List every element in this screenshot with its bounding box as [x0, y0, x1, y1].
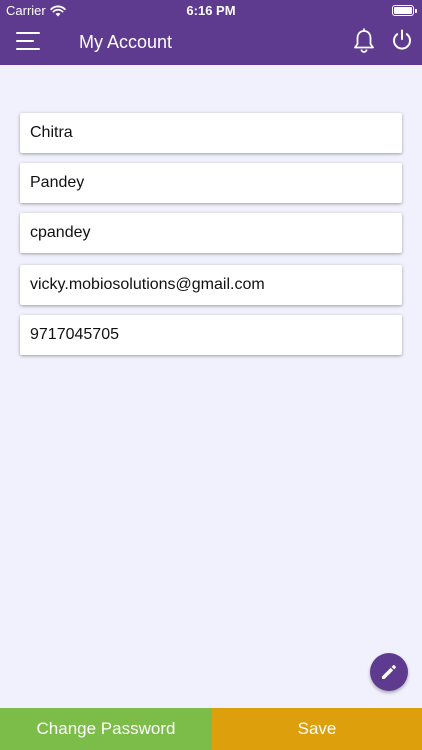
battery-fill: [394, 7, 412, 14]
nav-bar: My Account: [0, 22, 422, 65]
pencil-icon: [382, 665, 396, 679]
last-name-field[interactable]: Pandey: [20, 163, 402, 203]
power-icon[interactable]: [391, 29, 413, 51]
change-password-button[interactable]: Change Password: [0, 708, 212, 750]
menu-icon[interactable]: [16, 30, 42, 52]
battery-icon: [392, 5, 417, 16]
phone-field[interactable]: 9717045705: [20, 315, 402, 355]
first-name-field[interactable]: Chitra: [20, 113, 402, 153]
save-button[interactable]: Save: [212, 708, 422, 750]
bell-icon[interactable]: [352, 28, 376, 54]
email-field[interactable]: vicky.mobiosolutions@gmail.com: [20, 265, 402, 305]
edit-button[interactable]: [370, 653, 408, 691]
page-title: My Account: [79, 32, 173, 52]
app-header: Carrier 6:16 PM My Account: [0, 0, 422, 65]
status-time: 6:16 PM: [186, 3, 236, 18]
username-field[interactable]: cpandey: [20, 213, 402, 253]
status-bar: Carrier 6:16 PM: [0, 0, 422, 22]
